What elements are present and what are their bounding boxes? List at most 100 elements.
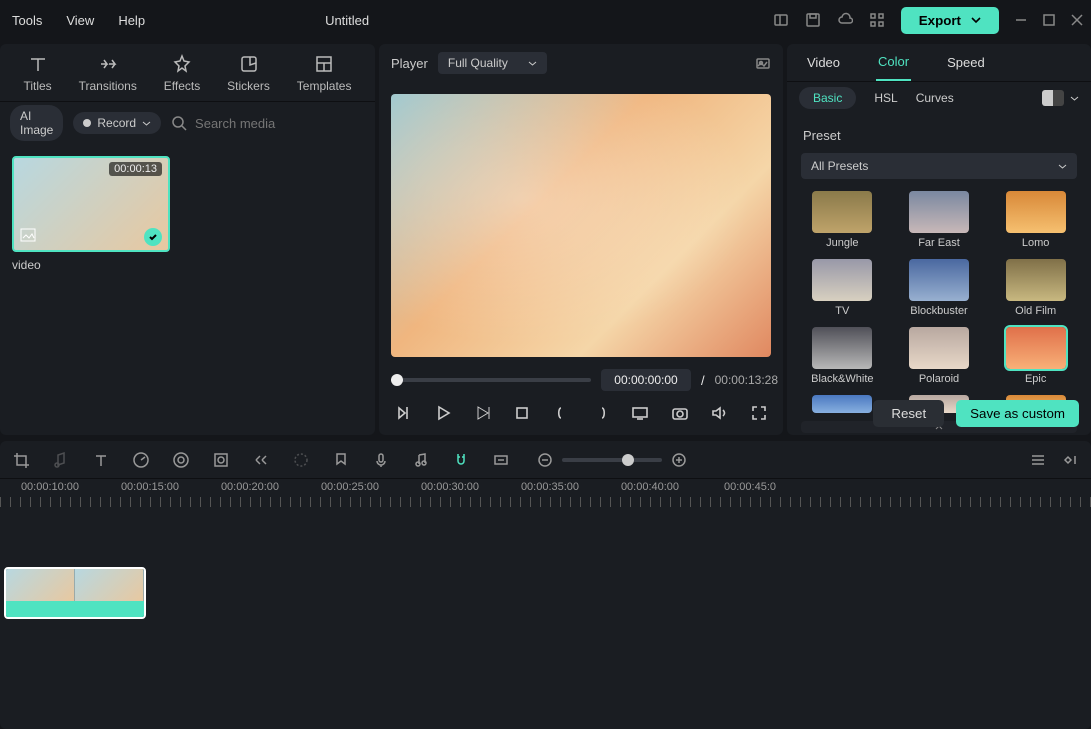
clip-duration: 00:00:13 — [109, 162, 162, 176]
tab-speed[interactable]: Speed — [945, 45, 987, 80]
save-custom-button[interactable]: Save as custom — [956, 400, 1079, 427]
close-icon[interactable] — [1071, 14, 1083, 26]
clip-name: video — [12, 258, 170, 272]
speed-icon[interactable] — [132, 451, 150, 469]
tab-templates[interactable]: Templates — [297, 53, 352, 93]
text-icon[interactable] — [92, 451, 110, 469]
video-track[interactable] — [0, 561, 1091, 625]
snapshot-icon[interactable] — [755, 55, 771, 71]
preset-select[interactable]: All Presets — [801, 153, 1077, 179]
player-panel: Player Full Quality 00:00:00:00 / 00:00:… — [379, 44, 783, 435]
zoom-out-icon[interactable] — [536, 451, 554, 469]
tab-transitions[interactable]: Transitions — [79, 53, 137, 93]
check-icon — [144, 228, 162, 246]
preset-old-film[interactable]: Old Film — [994, 259, 1077, 317]
preset-epic[interactable]: Epic — [994, 327, 1077, 385]
audio-icon[interactable] — [52, 451, 70, 469]
preset-bw[interactable]: Black&White — [801, 327, 884, 385]
mask-icon[interactable] — [212, 451, 230, 469]
maximize-icon[interactable] — [1043, 14, 1055, 26]
crop-icon[interactable] — [12, 451, 30, 469]
tab-video[interactable]: Video — [805, 45, 842, 80]
chevron-down-icon[interactable] — [1070, 94, 1079, 103]
preset-heading: Preset — [803, 128, 1077, 143]
preview-viewport[interactable] — [391, 94, 771, 357]
export-label: Export — [919, 13, 961, 28]
search-input[interactable] — [195, 116, 371, 131]
fit-icon[interactable] — [492, 451, 510, 469]
subtab-basic[interactable]: Basic — [799, 87, 856, 109]
clip-thumbnail[interactable]: 00:00:13 — [12, 156, 170, 252]
apps-icon[interactable] — [869, 12, 885, 28]
player-label: Player — [391, 56, 428, 71]
subtab-curves[interactable]: Curves — [916, 91, 954, 105]
media-clip[interactable]: 00:00:13 video — [12, 156, 170, 423]
cloud-icon[interactable] — [837, 12, 853, 28]
layout-icon[interactable] — [773, 12, 789, 28]
save-icon[interactable] — [805, 12, 821, 28]
timeline-clip[interactable] — [4, 567, 146, 619]
next-frame-icon[interactable] — [474, 404, 491, 422]
current-time[interactable]: 00:00:00:00 — [601, 369, 691, 391]
preset-blockbuster[interactable]: Blockbuster — [898, 259, 981, 317]
menu-help[interactable]: Help — [118, 13, 145, 28]
preset-lomo[interactable]: Lomo — [994, 191, 1077, 249]
display-icon[interactable] — [631, 404, 648, 422]
export-button[interactable]: Export — [901, 7, 999, 34]
mark-in-icon[interactable] — [553, 404, 570, 422]
title-bar: Tools View Help Untitled Export — [0, 0, 1091, 40]
tab-titles[interactable]: Titles — [23, 53, 51, 93]
color-icon[interactable] — [172, 451, 190, 469]
tab-color[interactable]: Color — [876, 44, 911, 81]
music-icon[interactable] — [412, 451, 430, 469]
preset-far-east[interactable]: Far East — [898, 191, 981, 249]
camera-icon[interactable] — [671, 404, 688, 422]
library-panel: Titles Transitions Effects Stickers Temp… — [0, 44, 375, 435]
search-icon[interactable] — [171, 115, 187, 131]
settings-icon[interactable] — [1061, 451, 1079, 469]
record-dot-icon — [83, 119, 91, 127]
list-icon[interactable] — [1029, 451, 1047, 469]
timeline-panel: 00:00:10:0000:00:15:0000:00:20:0000:00:2… — [0, 441, 1091, 729]
inspector-panel: Video Color Speed Basic HSL Curves Prese… — [787, 44, 1091, 435]
image-icon — [20, 228, 36, 244]
voiceover-icon[interactable] — [372, 451, 390, 469]
chevron-down-icon — [142, 119, 151, 128]
minimize-icon[interactable] — [1015, 14, 1027, 26]
marker-icon[interactable] — [332, 451, 350, 469]
preset-jungle[interactable]: Jungle — [801, 191, 884, 249]
record-button[interactable]: Record — [73, 112, 161, 134]
chevron-down-icon — [528, 59, 537, 68]
preset-more-1[interactable] — [801, 395, 884, 413]
document-title: Untitled — [325, 13, 369, 28]
effects-tl-icon[interactable] — [292, 451, 310, 469]
scrubber[interactable] — [391, 378, 591, 382]
chevron-down-icon — [971, 15, 981, 25]
subtab-hsl[interactable]: HSL — [874, 91, 897, 105]
stop-icon[interactable] — [513, 404, 530, 422]
ai-image-button[interactable]: AI Image — [10, 105, 63, 141]
menu-tools[interactable]: Tools — [12, 13, 42, 28]
play-icon[interactable] — [434, 404, 451, 422]
total-time: 00:00:13:28 — [715, 373, 778, 387]
preset-tv[interactable]: TV — [801, 259, 884, 317]
fullscreen-icon[interactable] — [750, 404, 767, 422]
mark-out-icon[interactable] — [592, 404, 609, 422]
zoom-in-icon[interactable] — [670, 451, 688, 469]
reset-button[interactable]: Reset — [873, 400, 944, 427]
quality-select[interactable]: Full Quality — [438, 52, 547, 74]
main-menu: Tools View Help — [8, 13, 145, 28]
zoom-slider[interactable] — [562, 458, 662, 462]
tab-effects[interactable]: Effects — [164, 53, 200, 93]
volume-icon[interactable] — [710, 404, 727, 422]
magnetic-icon[interactable] — [452, 451, 470, 469]
more-tools-icon[interactable] — [252, 451, 270, 469]
compare-icon[interactable] — [1042, 90, 1064, 106]
menu-view[interactable]: View — [66, 13, 94, 28]
timeline-ruler[interactable]: 00:00:10:0000:00:15:0000:00:20:0000:00:2… — [0, 479, 1091, 511]
time-separator: / — [701, 373, 705, 388]
tab-stickers[interactable]: Stickers — [227, 53, 270, 93]
preset-polaroid[interactable]: Polaroid — [898, 327, 981, 385]
chevron-down-icon — [1058, 162, 1067, 171]
prev-frame-icon[interactable] — [395, 404, 412, 422]
